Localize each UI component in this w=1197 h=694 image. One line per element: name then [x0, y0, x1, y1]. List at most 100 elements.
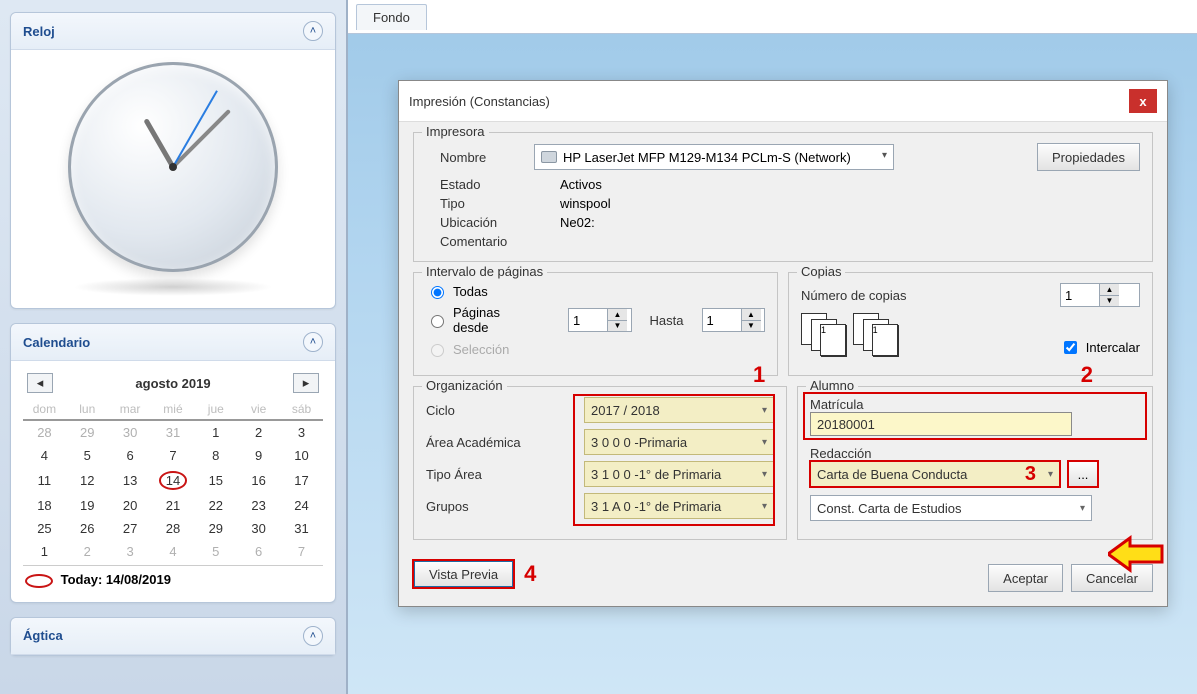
- group-alumno: Alumno Matrícula Redacción Carta de Buen…: [797, 386, 1153, 540]
- cal-day[interactable]: 25: [23, 517, 66, 540]
- annot-4: 4: [524, 561, 536, 587]
- reloj-collapse-icon[interactable]: ˄: [303, 21, 323, 41]
- analog-clock: [68, 62, 278, 272]
- cal-day[interactable]: 11: [23, 467, 66, 494]
- input-matricula[interactable]: [810, 412, 1072, 436]
- cal-day[interactable]: 19: [66, 494, 109, 517]
- annotation-arrow-icon: [1108, 534, 1164, 574]
- cal-day[interactable]: 4: [23, 444, 66, 467]
- cal-day[interactable]: 30: [237, 517, 280, 540]
- select-area[interactable]: 3 0 0 0 -Primaria▾: [584, 429, 774, 455]
- aceptar-button[interactable]: Aceptar: [988, 564, 1063, 592]
- cal-day[interactable]: 5: [194, 540, 237, 563]
- calendario-collapse-icon[interactable]: ˄: [303, 332, 323, 352]
- printer-combo[interactable]: HP LaserJet MFP M129-M134 PCLm-S (Networ…: [534, 144, 894, 170]
- annot-2: 2: [1081, 362, 1093, 388]
- cal-day[interactable]: 29: [66, 420, 109, 444]
- cal-day[interactable]: 24: [280, 494, 323, 517]
- cal-day[interactable]: 10: [280, 444, 323, 467]
- collate-diagram-icon: 1: [801, 313, 849, 357]
- cal-day[interactable]: 15: [194, 467, 237, 494]
- cal-day[interactable]: 27: [109, 517, 152, 540]
- cal-day[interactable]: 1: [194, 420, 237, 444]
- lbl-tipo: Tipo: [440, 196, 560, 211]
- cal-day[interactable]: 12: [66, 467, 109, 494]
- cal-dow: sáb: [280, 399, 323, 420]
- legend-impresora: Impresora: [422, 124, 489, 139]
- cal-day[interactable]: 13: [109, 467, 152, 494]
- dialog-close-button[interactable]: x: [1129, 89, 1157, 113]
- select-constancia[interactable]: Const. Carta de Estudios▾: [810, 495, 1092, 521]
- cal-day[interactable]: 23: [237, 494, 280, 517]
- widget-reloj: Reloj ˄: [10, 12, 336, 309]
- radio-paginas-desde[interactable]: Páginas desde: [426, 305, 538, 335]
- cal-day[interactable]: 22: [194, 494, 237, 517]
- spin-desde[interactable]: ▲▼: [568, 308, 632, 332]
- cal-day[interactable]: 17: [280, 467, 323, 494]
- cal-day[interactable]: 2: [66, 540, 109, 563]
- today-label[interactable]: Today: 14/08/2019: [61, 572, 171, 587]
- vista-previa-button[interactable]: Vista Previa: [413, 560, 514, 588]
- cal-prev-button[interactable]: ◂: [27, 373, 53, 393]
- cal-day[interactable]: 4: [152, 540, 195, 563]
- cal-day[interactable]: 1: [23, 540, 66, 563]
- cal-day[interactable]: 7: [280, 540, 323, 563]
- lbl-hasta: Hasta: [650, 313, 684, 328]
- cal-day[interactable]: 7: [152, 444, 195, 467]
- cal-day[interactable]: 8: [194, 444, 237, 467]
- today-marker-icon: [25, 574, 53, 588]
- propiedades-button[interactable]: Propiedades: [1037, 143, 1140, 171]
- legend-alumno: Alumno: [806, 378, 858, 393]
- cal-dow: dom: [23, 399, 66, 420]
- cal-day[interactable]: 5: [66, 444, 109, 467]
- spin-copias[interactable]: ▲▼: [1060, 283, 1140, 307]
- radio-todas[interactable]: Todas: [426, 283, 488, 299]
- chk-intercalar[interactable]: Intercalar: [1060, 338, 1140, 357]
- cal-dow: vie: [237, 399, 280, 420]
- spin-hasta[interactable]: ▲▼: [702, 308, 766, 332]
- cal-day[interactable]: 3: [280, 420, 323, 444]
- lbl-grupos: Grupos: [426, 499, 576, 514]
- lbl-ubicacion: Ubicación: [440, 215, 560, 230]
- radio-seleccion: Selección: [426, 341, 509, 357]
- cal-day[interactable]: 20: [109, 494, 152, 517]
- select-carta[interactable]: Carta de Buena Conducta 3 ▾: [810, 461, 1060, 487]
- cal-dow: mié: [152, 399, 195, 420]
- cal-next-button[interactable]: ▸: [293, 373, 319, 393]
- cal-dow: lun: [66, 399, 109, 420]
- cal-day[interactable]: 30: [109, 420, 152, 444]
- cal-day[interactable]: 9: [237, 444, 280, 467]
- val-estado: Activos: [560, 177, 1140, 192]
- printer-name-value: HP LaserJet MFP M129-M134 PCLm-S (Networ…: [563, 150, 851, 165]
- cal-month-label: agosto 2019: [135, 376, 210, 391]
- lbl-nombre: Nombre: [426, 150, 526, 165]
- cal-day[interactable]: 29: [194, 517, 237, 540]
- legend-copias: Copias: [797, 264, 845, 279]
- cal-day[interactable]: 26: [66, 517, 109, 540]
- cal-day[interactable]: 2: [237, 420, 280, 444]
- dialog-title: Impresión (Constancias): [409, 94, 550, 109]
- group-impresora: Impresora Nombre HP LaserJet MFP M129-M1…: [413, 132, 1153, 262]
- cal-day[interactable]: 6: [237, 540, 280, 563]
- cal-day[interactable]: 14: [152, 467, 195, 494]
- select-grupos[interactable]: 3 1 A 0 -1° de Primaria▾: [584, 493, 774, 519]
- group-copias: Copias Número de copias ▲▼: [788, 272, 1153, 376]
- cal-day[interactable]: 18: [23, 494, 66, 517]
- dots-button[interactable]: ...: [1068, 461, 1098, 487]
- cal-day[interactable]: 28: [152, 517, 195, 540]
- print-dialog: Impresión (Constancias) x Impresora Nomb…: [398, 80, 1168, 607]
- cal-day[interactable]: 6: [109, 444, 152, 467]
- cal-day[interactable]: 21: [152, 494, 195, 517]
- cal-dow: mar: [109, 399, 152, 420]
- select-tipo-area[interactable]: 3 1 0 0 -1° de Primaria▾: [584, 461, 774, 487]
- agtica-collapse-icon[interactable]: ˄: [303, 626, 323, 646]
- main-area: Fondo Impresión (Constancias) x Impresor…: [348, 0, 1197, 694]
- tab-fondo[interactable]: Fondo: [356, 4, 427, 30]
- cal-day[interactable]: 31: [152, 420, 195, 444]
- cal-day[interactable]: 3: [109, 540, 152, 563]
- cal-day[interactable]: 28: [23, 420, 66, 444]
- select-ciclo[interactable]: 2017 / 2018▾: [584, 397, 774, 423]
- cal-day[interactable]: 31: [280, 517, 323, 540]
- legend-org: Organización: [422, 378, 507, 393]
- cal-day[interactable]: 16: [237, 467, 280, 494]
